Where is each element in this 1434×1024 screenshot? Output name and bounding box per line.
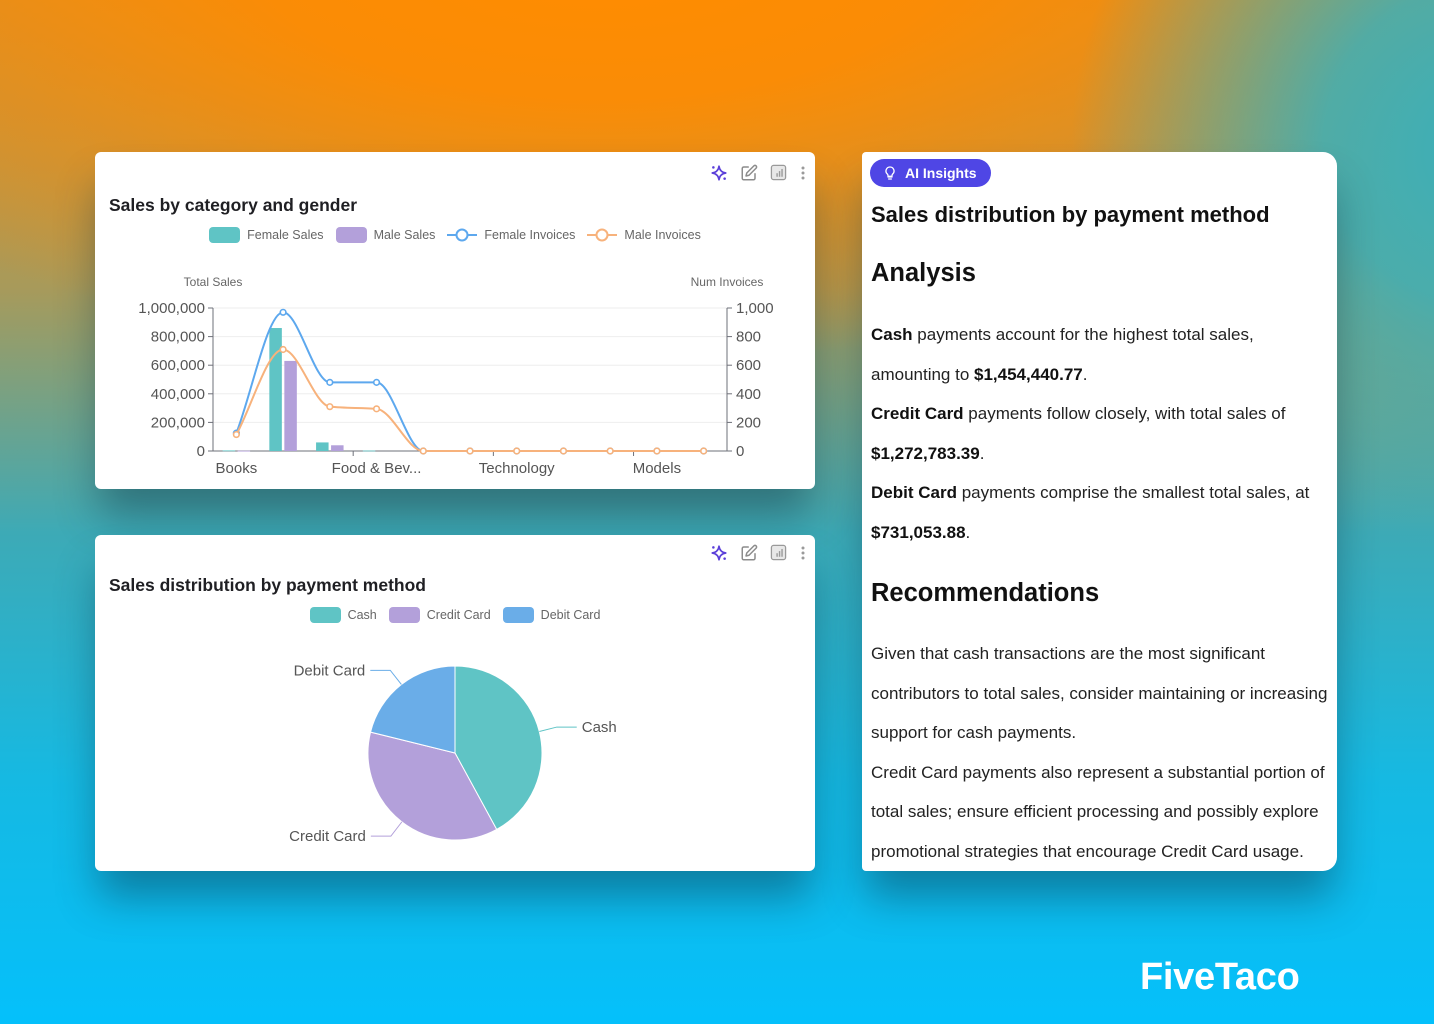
- payment-method-chart-card: Sales distribution by payment method Cas…: [95, 535, 815, 871]
- text-segment: promotional strategies that encourage Cr…: [871, 841, 1304, 861]
- text-segment: Credit Card payments also represent a su…: [871, 762, 1325, 782]
- bar-female-sales[interactable]: [316, 442, 329, 451]
- x-tick-label: Books: [216, 460, 258, 477]
- y-tick-label: 1,000,000: [138, 300, 205, 317]
- point-male-invoices[interactable]: [653, 447, 661, 455]
- text-segment: amounting to: [871, 364, 975, 384]
- x-tick-label: Food & Bev...: [332, 460, 422, 477]
- text-line: Credit Card payments also represent a su…: [871, 753, 1327, 793]
- point-male-invoices[interactable]: [326, 403, 334, 411]
- point-male-invoices[interactable]: [513, 447, 521, 455]
- text-line: Debit Card payments comprise the smalles…: [871, 473, 1309, 513]
- ai-insights-panel: AI Insights Sales distribution by paymen…: [862, 152, 1337, 871]
- y2-tick-label: 200: [736, 414, 761, 431]
- bar-male-sales[interactable]: [284, 360, 297, 451]
- y2-tick-label: 1,000: [736, 300, 774, 317]
- y-tick-label: 400,000: [151, 386, 205, 403]
- text-line: promotional strategies that encourage Cr…: [871, 832, 1327, 872]
- bold-text: Credit Card: [871, 404, 964, 423]
- ai-insights-badge-label: AI Insights: [905, 165, 977, 181]
- text-line: support for cash payments.: [871, 713, 1327, 753]
- recommendations-heading: Recommendations: [871, 579, 1100, 607]
- y-tick-label: 600,000: [151, 357, 205, 374]
- x-tick-label: Models: [633, 460, 681, 477]
- text-segment: Given that cash transactions are the mos…: [871, 644, 1266, 663]
- bar-male-sales[interactable]: [237, 450, 251, 452]
- bar-male-sales[interactable]: [331, 445, 344, 451]
- y-tick-label: 200,000: [151, 414, 205, 431]
- point-male-invoices[interactable]: [372, 405, 381, 413]
- pie-label-cash: Cash: [582, 719, 617, 736]
- insights-title: Sales distribution by payment method: [871, 202, 1270, 227]
- text-segment: support for cash payments.: [871, 723, 1077, 742]
- category-gender-chart-card: Sales by category and gender Female Sale…: [95, 152, 815, 489]
- bold-text: $1,454,440.77: [974, 364, 1083, 384]
- point-female-invoices[interactable]: [326, 378, 334, 386]
- y2-axis-title: Num Invoices: [691, 275, 764, 289]
- y-tick-label: 0: [197, 443, 205, 460]
- y2-tick-label: 0: [736, 443, 744, 460]
- point-male-invoices[interactable]: [232, 430, 240, 439]
- text-segment: .: [1082, 364, 1088, 384]
- point-male-invoices[interactable]: [419, 447, 427, 455]
- y2-tick-label: 800: [736, 329, 761, 346]
- point-female-invoices[interactable]: [372, 378, 381, 386]
- text-segment: contributors to total sales, consider ma…: [871, 683, 1328, 703]
- text-segment: total sales; ensure efficient processing…: [871, 802, 1319, 821]
- bold-text: $1,272,783.39: [871, 443, 980, 463]
- x-tick-label: Technology: [479, 460, 555, 477]
- bold-text: Debit Card: [871, 483, 957, 502]
- point-female-invoices[interactable]: [279, 308, 287, 316]
- text-segment: payments comprise the smallest total sal…: [956, 483, 1310, 502]
- pie-label-line: [370, 669, 402, 685]
- pie-label-credit-card: Credit Card: [289, 828, 366, 845]
- line-female-invoices: [235, 311, 704, 452]
- text-segment: .: [979, 443, 985, 463]
- y2-tick-label: 400: [736, 386, 761, 403]
- point-male-invoices[interactable]: [606, 447, 614, 455]
- text-line: $1,272,783.39.: [871, 434, 1309, 474]
- recommendations-body: Given that cash transactions are the mos…: [871, 634, 1327, 871]
- analysis-heading: Analysis: [871, 259, 976, 287]
- bar-female-sales[interactable]: [362, 450, 376, 452]
- text-line: Cash payments account for the highest to…: [871, 315, 1309, 355]
- line-male-invoices: [235, 348, 704, 452]
- brand-logo: FiveTaco: [1140, 956, 1300, 998]
- pie-chart: Cash Credit Card Debit Card: [289, 662, 617, 845]
- lightbulb-icon: [882, 164, 898, 182]
- text-line: $731,053.88.: [871, 513, 1309, 553]
- bar-line-chart: 0 200,000 400,000 600,000 800,000 1,000,000 0 2…: [138, 275, 774, 477]
- text-segment: payments follow closely, with total sale…: [963, 404, 1286, 423]
- y2-tick-label: 600: [736, 357, 761, 374]
- y-axis-title: Total Sales: [184, 275, 243, 289]
- bold-text: $731,053.88: [871, 522, 966, 542]
- point-male-invoices[interactable]: [700, 447, 708, 455]
- y-tick-label: 800,000: [151, 329, 205, 346]
- bar-female-sales[interactable]: [222, 450, 236, 452]
- text-line: Credit Card payments follow closely, wit…: [871, 394, 1309, 434]
- text-segment: payments account for the highest total s…: [912, 325, 1254, 344]
- pie-label-line: [539, 726, 577, 732]
- text-line: contributors to total sales, consider ma…: [871, 674, 1327, 714]
- point-male-invoices[interactable]: [466, 447, 474, 455]
- bar-female-sales[interactable]: [269, 328, 282, 451]
- pie-label-line: [370, 821, 403, 837]
- bold-text: Cash: [871, 325, 913, 344]
- text-segment: .: [965, 522, 971, 542]
- point-male-invoices[interactable]: [559, 447, 568, 455]
- pie-label-debit-card: Debit Card: [294, 662, 366, 679]
- analysis-body: Cash payments account for the highest to…: [871, 315, 1309, 552]
- text-line: amounting to $1,454,440.77.: [871, 355, 1309, 395]
- text-line: Given that cash transactions are the mos…: [871, 634, 1327, 674]
- ai-insights-badge[interactable]: AI Insights: [870, 159, 991, 187]
- point-male-invoices[interactable]: [279, 345, 287, 354]
- text-line: total sales; ensure efficient processing…: [871, 792, 1327, 832]
